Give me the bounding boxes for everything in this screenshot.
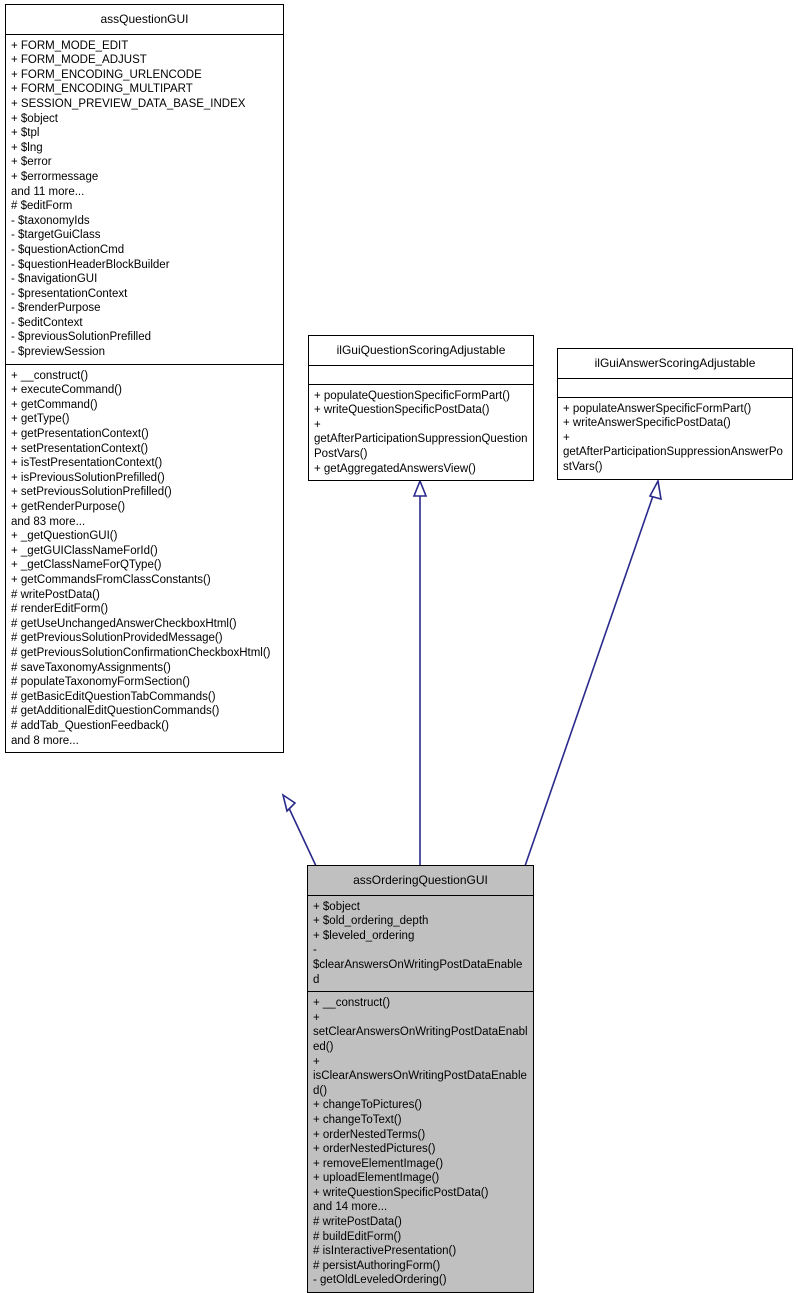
class-member-row: # getUseUnchangedAnswerCheckboxHtml() <box>11 617 237 630</box>
class-operations-assquestiongui: + __construct() + executeCommand() + getCo… <box>6 365 283 752</box>
class-member-row: - $questionHeaderBlockBuilder <box>11 258 170 271</box>
class-member-row: + setPresentationContext() <box>11 442 149 455</box>
class-member-row: + $tpl <box>11 127 40 140</box>
class-member-row: # isInteractivePresentation() <box>313 1245 457 1258</box>
class-member-row: + __construct() <box>313 997 391 1010</box>
class-member-row: # populateTaxonomyFormSection() <box>11 676 190 689</box>
class-member-row: + writeQuestionSpecificPostData() <box>314 404 490 417</box>
class-attributes-assquestiongui: + FORM_MODE_EDIT + FORM_MODE_ADJUST + FORM… <box>6 35 283 365</box>
class-member-row: # writePostData() <box>313 1216 402 1229</box>
class-member-row: + FORM_ENCODING_URLENCODE <box>11 68 202 81</box>
class-member-row: # addTab_QuestionFeedback() <box>11 719 169 732</box>
class-member-row: - $targetGuiClass <box>11 229 101 242</box>
class-member-row: + executeCommand() <box>11 384 122 397</box>
class-member-row: + $error <box>11 156 52 169</box>
class-member-row: + FORM_ENCODING_MULTIPART <box>11 83 193 96</box>
class-member-row: + getAfterParticipationSuppressionQuesti… <box>314 418 528 460</box>
class-member-row: + $errormessage <box>11 170 99 183</box>
class-operations-ilguiquestionscoringadjustable: + populateQuestionSpecificFormPart() + wr… <box>309 385 533 481</box>
class-member-row: + orderNestedTerms() <box>313 1128 426 1141</box>
class-member-row: + writeQuestionSpecificPostData() <box>313 1186 489 1199</box>
class-member-row: + changeToPictures() <box>313 1099 422 1112</box>
class-member-row: + _getQuestionGUI() <box>11 530 118 543</box>
class-member-row: - $presentationContext <box>11 287 128 300</box>
class-member-row: + populateAnswerSpecificFormPart() <box>563 402 752 415</box>
class-member-row: + getCommand() <box>11 398 98 411</box>
class-member-row: + getRenderPurpose() <box>11 501 126 513</box>
class-attributes-ilguianswerscoringadjustable <box>558 379 792 398</box>
class-member-row: + getAggregatedAnswersView() <box>314 462 476 475</box>
class-member-row: + __construct() <box>11 369 89 382</box>
class-box-ilguianswerscoringadjustable[interactable]: ilGuiAnswerScoringAdjustable + populateA… <box>557 348 793 480</box>
class-member-row: + $lng <box>11 141 43 154</box>
connector-to-assquestiongui <box>281 793 317 867</box>
class-title-assorderingquestiongui: assOrderingQuestionGUI <box>308 866 533 896</box>
class-member-row: + $object <box>11 112 58 125</box>
class-member-row: + _getClassNameForQType() <box>11 559 162 572</box>
class-member-row: + getType() <box>11 413 70 426</box>
class-title-assquestiongui: assQuestionGUI <box>6 5 283 35</box>
class-member-row: + $old_ordering_depth <box>313 915 429 928</box>
class-member-row: + setClearAnswersOnWritingPostDataEnable… <box>313 1011 528 1053</box>
class-member-row: + getAfterParticipationSuppressionAnswer… <box>563 431 783 473</box>
class-operations-assorderingquestiongui: + __construct() + setClearAnswersOnWritin… <box>308 992 533 1292</box>
class-attributes-assorderingquestiongui: + $object + $old_ordering_depth + $leveled… <box>308 896 533 993</box>
class-member-row: + SESSION_PREVIEW_DATA_BASE_INDEX <box>11 97 246 110</box>
class-member-row: + getPresentationContext() <box>11 428 149 441</box>
class-member-row: # writePostData() <box>11 588 100 601</box>
connector-to-ilguiquestionscoringadjustable <box>412 478 428 866</box>
class-member-row: + isPreviousSolutionPrefilled() <box>11 471 165 484</box>
class-member-row: # getPreviousSolutionConfirmationCheckbo… <box>11 646 271 659</box>
class-member-row: + isTestPresentationContext() <box>11 457 163 470</box>
class-member-row: - $clearAnswersOnWritingPostDataEnabled <box>313 944 523 986</box>
class-member-row: - $previewSession <box>11 346 105 359</box>
class-member-row: - $renderPurpose <box>11 302 101 315</box>
class-member-row: # buildEditForm() <box>313 1230 402 1243</box>
class-member-row: and 8 more... <box>11 734 79 747</box>
class-operations-ilguianswerscoringadjustable: + populateAnswerSpecificFormPart() + writ… <box>558 398 792 479</box>
class-member-row: + _getGUIClassNameForId() <box>11 544 158 557</box>
connector-to-ilguianswerscoringadjustable <box>524 478 662 867</box>
class-title-ilguianswerscoringadjustable: ilGuiAnswerScoringAdjustable <box>558 349 792 379</box>
class-member-row: + populateQuestionSpecificFormPart() <box>314 389 510 402</box>
class-member-row: - $taxonomyIds <box>11 214 90 227</box>
class-member-row: + orderNestedPictures() <box>313 1143 436 1156</box>
class-member-row: # renderEditForm() <box>11 603 109 616</box>
class-member-row: - getOldLeveledOrdering() <box>313 1274 447 1287</box>
class-box-assquestiongui[interactable]: assQuestionGUI + FORM_MODE_EDIT + FORM_MO… <box>5 4 284 754</box>
class-member-row: + changeToText() <box>313 1113 402 1126</box>
class-member-row: + $object <box>313 900 360 913</box>
class-member-row: + FORM_MODE_EDIT <box>11 39 129 52</box>
class-member-row: + removeElementImage() <box>313 1157 444 1170</box>
class-member-row: and 11 more... <box>11 185 85 198</box>
class-member-row: # getAdditionalEditQuestionCommands() <box>11 705 220 718</box>
class-box-ilguiquestionscoringadjustable[interactable]: ilGuiQuestionScoringAdjustable + populat… <box>308 335 534 482</box>
class-attributes-ilguiquestionscoringadjustable <box>309 366 533 385</box>
class-member-row: + writeAnswerSpecificPostData() <box>563 417 731 430</box>
class-member-row: # persistAuthoringForm() <box>313 1259 441 1272</box>
class-member-row: - $editContext <box>11 316 83 329</box>
class-member-row: # getBasicEditQuestionTabCommands() <box>11 690 216 703</box>
class-member-row: - $questionActionCmd <box>11 243 125 256</box>
class-member-row: and 14 more... <box>313 1201 388 1214</box>
class-member-row: + setPreviousSolutionPrefilled() <box>11 486 172 499</box>
class-member-row: + FORM_MODE_ADJUST <box>11 54 147 67</box>
class-member-row: # getPreviousSolutionProvidedMessage() <box>11 632 223 645</box>
class-member-row: and 83 more... <box>11 515 86 528</box>
class-member-row: - $previousSolutionPrefilled <box>11 331 151 344</box>
class-member-row: + $leveled_ordering <box>313 929 415 942</box>
class-member-row: - $navigationGUI <box>11 273 98 286</box>
class-member-row: + uploadElementImage() <box>313 1172 440 1185</box>
class-box-assorderingquestiongui[interactable]: assOrderingQuestionGUI + $object + $old_o… <box>307 865 534 1293</box>
class-diagram-canvas: assQuestionGUI + FORM_MODE_EDIT + FORM_MO… <box>0 0 798 1293</box>
class-member-row: # $editForm <box>11 200 73 213</box>
class-title-ilguiquestionscoringadjustable: ilGuiQuestionScoringAdjustable <box>309 336 533 366</box>
class-member-row: # saveTaxonomyAssignments() <box>11 661 171 674</box>
class-member-row: + isClearAnswersOnWritingPostDataEnabled… <box>313 1055 527 1097</box>
class-member-row: + getCommandsFromClassConstants() <box>11 573 211 586</box>
